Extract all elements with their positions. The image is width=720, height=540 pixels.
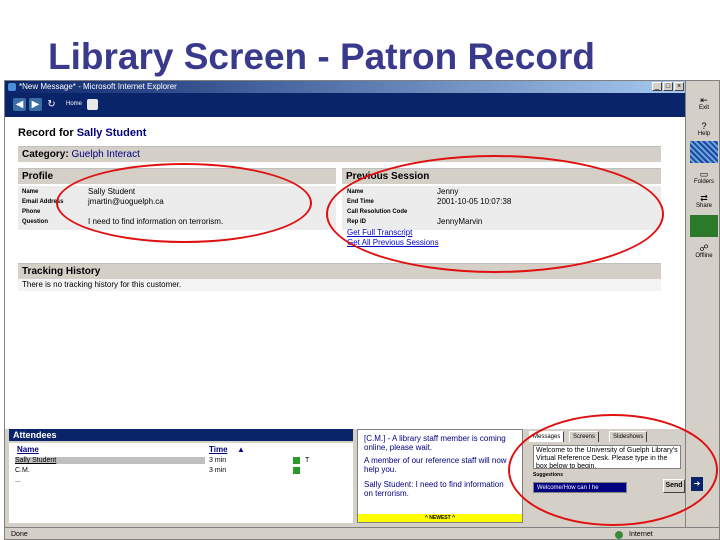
category-label: Category:	[22, 149, 69, 160]
attendee-row[interactable]: Sally Student	[15, 457, 205, 464]
home-button[interactable]: Home	[63, 98, 85, 111]
annotation-ellipse-session	[326, 155, 664, 273]
refresh-icon[interactable]: ↻	[45, 98, 58, 111]
share-icon: ⇄	[700, 193, 708, 203]
maximize-button[interactable]: □	[663, 82, 673, 91]
close-button[interactable]: ×	[674, 82, 684, 91]
sidebar-folders[interactable]: ▭ Folders	[686, 169, 719, 185]
forward-arrow-icon[interactable]: ▶	[29, 98, 42, 111]
back-arrow-icon[interactable]: ◀	[13, 98, 26, 111]
chat-message: Sally Student: I need to find informatio…	[364, 480, 504, 498]
attendee-flag: T	[305, 457, 310, 464]
sort-up-icon[interactable]: ▲	[237, 445, 245, 454]
sidebar-help[interactable]: ? Help	[686, 121, 719, 137]
window-titlebar[interactable]: *New Message* - Microsoft Internet Explo…	[5, 81, 685, 93]
tracking-history-text: There is no tracking history for this cu…	[22, 280, 182, 289]
patron-name: Sally Student	[76, 127, 147, 139]
status-bar: Done Internet	[5, 527, 719, 539]
attendees-table: Name Time ▲ Sally Student 3 min T C.M. 3…	[9, 443, 353, 523]
internet-zone-icon	[615, 531, 623, 539]
exit-icon: ⇤	[700, 95, 708, 105]
attendee-time: 3 min	[209, 467, 227, 474]
chat-message: A member of our reference staff will now…	[364, 456, 507, 474]
thumbnail-image[interactable]	[690, 141, 718, 163]
attendees-header: Attendees	[9, 429, 353, 441]
annotation-ellipse-messages	[508, 414, 718, 526]
sidebar-share[interactable]: ⇄ Share	[686, 193, 719, 209]
chat-transcript[interactable]: [C.M.] - A library staff member is comin…	[357, 429, 523, 523]
status-text: Done	[11, 531, 28, 538]
window-title: *New Message* - Microsoft Internet Explo…	[19, 82, 177, 91]
attendees-col-name[interactable]: Name	[17, 445, 39, 454]
browser-icon	[8, 83, 16, 91]
chat-message: [C.M.] - A library staff member is comin…	[364, 434, 506, 452]
attendee-row[interactable]: ...	[15, 477, 21, 484]
record-prefix: Record for	[18, 127, 74, 139]
nav-toolbar: ◀ ▶ ↻ Home	[5, 93, 685, 117]
status-indicator-icon	[293, 457, 300, 464]
sidebar-exit[interactable]: ⇤ Exit	[686, 95, 719, 111]
newest-indicator[interactable]: ^ NEWEST ^	[358, 514, 522, 522]
attendees-col-time[interactable]: Time	[209, 445, 228, 454]
slide-title: Library Screen - Patron Record	[48, 36, 595, 77]
slide: Library Screen - Patron Record *New Mess…	[0, 0, 720, 540]
status-indicator-icon	[293, 467, 300, 474]
category-value: Guelph Interact	[71, 149, 140, 160]
minimize-button[interactable]: _	[652, 82, 662, 91]
sidebar-offline[interactable]: ☍ Offline	[686, 243, 719, 259]
attendee-row[interactable]: C.M.	[15, 467, 30, 474]
folders-icon: ▭	[699, 169, 709, 179]
attendee-time: 3 min	[209, 457, 227, 464]
offline-icon: ☍	[699, 243, 709, 253]
help-icon: ?	[701, 121, 707, 131]
page-icon[interactable]	[87, 99, 98, 110]
zone-text: Internet	[629, 531, 653, 538]
annotation-ellipse-profile	[56, 163, 312, 243]
record-heading: Record for Sally Student	[18, 127, 146, 139]
status-thumbnail[interactable]	[690, 215, 718, 237]
